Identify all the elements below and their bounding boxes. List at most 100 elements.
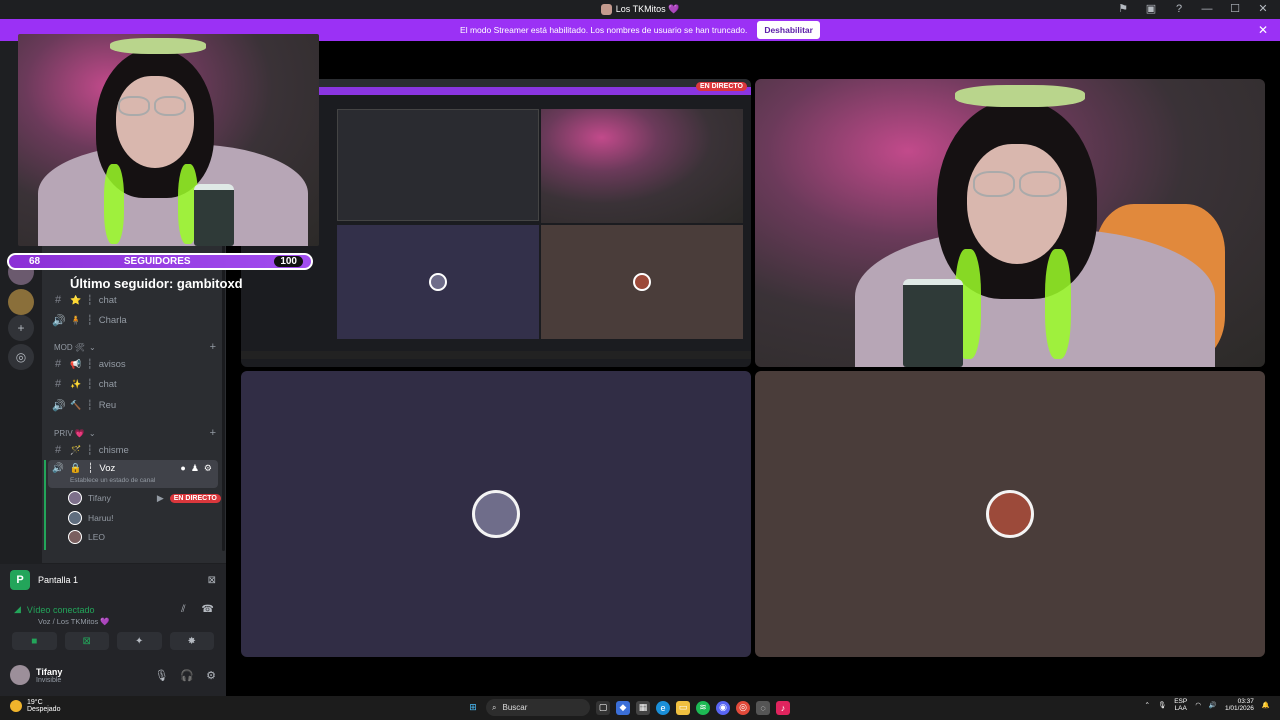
tiktok-icon[interactable]: ♪: [776, 700, 790, 715]
screen-share-button[interactable]: ⊠: [64, 632, 109, 650]
clock[interactable]: 03:37 1/01/2026: [1225, 698, 1254, 712]
lock-icon: 🔒: [69, 463, 82, 474]
flag-icon[interactable]: ⚑: [1116, 2, 1130, 15]
video-status[interactable]: Vídeo conectado: [27, 605, 95, 615]
channel-label: Voz: [99, 463, 116, 474]
weather-temp: 19°C: [27, 699, 43, 706]
channel-reu[interactable]: 🔊 🔨 ┆ Reu: [52, 396, 220, 414]
disconnect-icon[interactable]: ☎: [202, 604, 214, 615]
channel-status-hint[interactable]: Establece un estado de canal: [70, 477, 155, 484]
microphone-icon[interactable]: 🎙: [1158, 701, 1166, 709]
language-indicator[interactable]: ESP LAA: [1174, 698, 1187, 712]
store-icon[interactable]: ▦: [636, 700, 650, 715]
channel-chat-mod[interactable]: # ✨ ┆ chat: [52, 375, 220, 393]
server-icon[interactable]: [8, 289, 34, 315]
add-server-icon[interactable]: +: [8, 315, 34, 341]
category-priv[interactable]: PRIV 💗 ⌄ +: [54, 427, 216, 439]
maximize-icon[interactable]: ☐: [1228, 2, 1242, 15]
voice-location[interactable]: Voz / Los TKMitos 💜: [38, 617, 214, 626]
gear-icon[interactable]: ⚙: [206, 669, 216, 682]
obs-icon[interactable]: ◌: [756, 700, 770, 715]
discord-icon[interactable]: ◉: [716, 700, 730, 715]
microphone-icon[interactable]: 🎙: [154, 669, 168, 682]
voice-user[interactable]: Tifany ▶ EN DIRECTO: [68, 490, 221, 506]
task-view-icon[interactable]: ▢: [596, 700, 610, 715]
add-channel-icon[interactable]: +: [210, 341, 216, 353]
discover-icon[interactable]: ◎: [8, 344, 34, 370]
microphone: [903, 279, 963, 367]
voice-user[interactable]: LEO: [68, 529, 105, 545]
channel-chat[interactable]: # ⭐ ┆ chat: [52, 291, 220, 309]
text-channel-icon: #: [54, 378, 62, 390]
connection-status: ◢ Vídeo conectado ⫽ ☎ Voz / Los TKMitos …: [14, 604, 214, 626]
channel-emoji: 🔨: [70, 399, 82, 410]
headband: [110, 38, 206, 54]
headphones-icon[interactable]: 🎧: [180, 669, 194, 682]
person-face: [967, 144, 1067, 264]
category-label: MOD 🛠: [54, 342, 86, 352]
voice-user-name: Haruu!: [88, 513, 114, 523]
copilot-icon[interactable]: ◆: [616, 700, 630, 715]
chevron-down-icon: ⌄: [89, 342, 96, 352]
camera-icon: ▶: [156, 492, 164, 503]
channel-chisme[interactable]: # 🪄 ┆ chisme: [52, 441, 220, 459]
close-banner-icon[interactable]: ✕: [1258, 23, 1268, 37]
followers-current: 68: [29, 256, 41, 267]
camera-button[interactable]: ■: [12, 632, 57, 650]
lei: [1045, 249, 1071, 359]
edge-icon[interactable]: e: [656, 700, 670, 715]
chat-bubble-icon[interactable]: ●: [180, 463, 185, 474]
search-icon: ⌕: [492, 702, 497, 712]
inbox-icon[interactable]: ▣: [1144, 2, 1158, 15]
soundboard-button[interactable]: ✸: [169, 632, 214, 650]
chrome-icon[interactable]: ◎: [736, 700, 750, 715]
invite-icon[interactable]: ♟: [191, 463, 199, 474]
lang-top: ESP: [1174, 698, 1188, 705]
add-channel-icon[interactable]: +: [210, 427, 216, 439]
date: 1/01/2026: [1224, 705, 1254, 712]
screen-share-row: P Pantalla 1 ⊠: [10, 570, 216, 590]
participant-tile[interactable]: [241, 371, 751, 657]
user-panel: P Pantalla 1 ⊠ ◢ Vídeo conectado ⫽ ☎ Voz…: [0, 563, 226, 696]
gear-icon[interactable]: ⚙: [204, 463, 212, 474]
channel-charla[interactable]: 🔊 🧍 ┆ Charla: [52, 311, 220, 329]
search-box[interactable]: ⌕ Buscar: [486, 699, 590, 716]
server-avatar-icon: [600, 4, 612, 15]
participant-tile[interactable]: [755, 371, 1265, 657]
signal-icon[interactable]: ◢: [14, 604, 21, 615]
user-name[interactable]: Tifany: [36, 667, 62, 677]
avatar[interactable]: [10, 665, 30, 685]
volume-icon[interactable]: 🔊: [1209, 701, 1217, 709]
weather-widget[interactable]: 19°C Despejado: [10, 699, 60, 713]
help-icon[interactable]: ?: [1172, 3, 1186, 15]
close-window-icon[interactable]: ✕: [1256, 2, 1270, 15]
glasses: [118, 96, 150, 116]
time: 03:37: [1237, 698, 1254, 705]
spotify-icon[interactable]: ≋: [696, 700, 710, 715]
screen-label: Pantalla 1: [38, 575, 79, 585]
category-mod[interactable]: MOD 🛠 ⌄ +: [54, 341, 216, 353]
glasses: [973, 171, 1015, 197]
voice-channel-voz[interactable]: 🔊 🔒 ┆ Voz ● ♟ ⚙ Establece un estado de ca…: [48, 460, 218, 488]
glasses: [1019, 171, 1061, 197]
camera-tile[interactable]: [755, 79, 1265, 367]
nested-window: [337, 109, 539, 221]
noise-suppression-icon[interactable]: ⫽: [181, 604, 185, 615]
category-label: PRIV 💗: [54, 428, 85, 438]
minimize-icon[interactable]: —: [1200, 3, 1214, 15]
voice-user-name: LEO: [88, 532, 106, 542]
notifications-icon[interactable]: 🔔: [1262, 701, 1270, 709]
stop-stream-icon[interactable]: ⊠: [208, 575, 216, 586]
file-explorer-icon[interactable]: ▭: [676, 700, 690, 715]
wifi-icon[interactable]: ◠: [1195, 701, 1201, 709]
windows-start-icon[interactable]: ⊞: [466, 701, 480, 715]
voice-channel-icon: 🔊: [52, 314, 66, 327]
system-tray: ⌃ 🎙 ESP LAA ◠ 🔊 03:37 1/01/2026 🔔: [1144, 698, 1270, 712]
live-badge: EN DIRECTO: [695, 82, 747, 91]
activities-button[interactable]: ✦: [117, 632, 162, 650]
disable-streamer-button[interactable]: Deshabilitar: [757, 21, 820, 39]
channel-avisos[interactable]: # 📢 ┆ avisos: [52, 355, 220, 373]
chevron-up-icon[interactable]: ⌃: [1144, 701, 1149, 709]
voice-user[interactable]: Haruu!: [68, 510, 114, 526]
chevron-down-icon: ⌄: [88, 428, 96, 438]
